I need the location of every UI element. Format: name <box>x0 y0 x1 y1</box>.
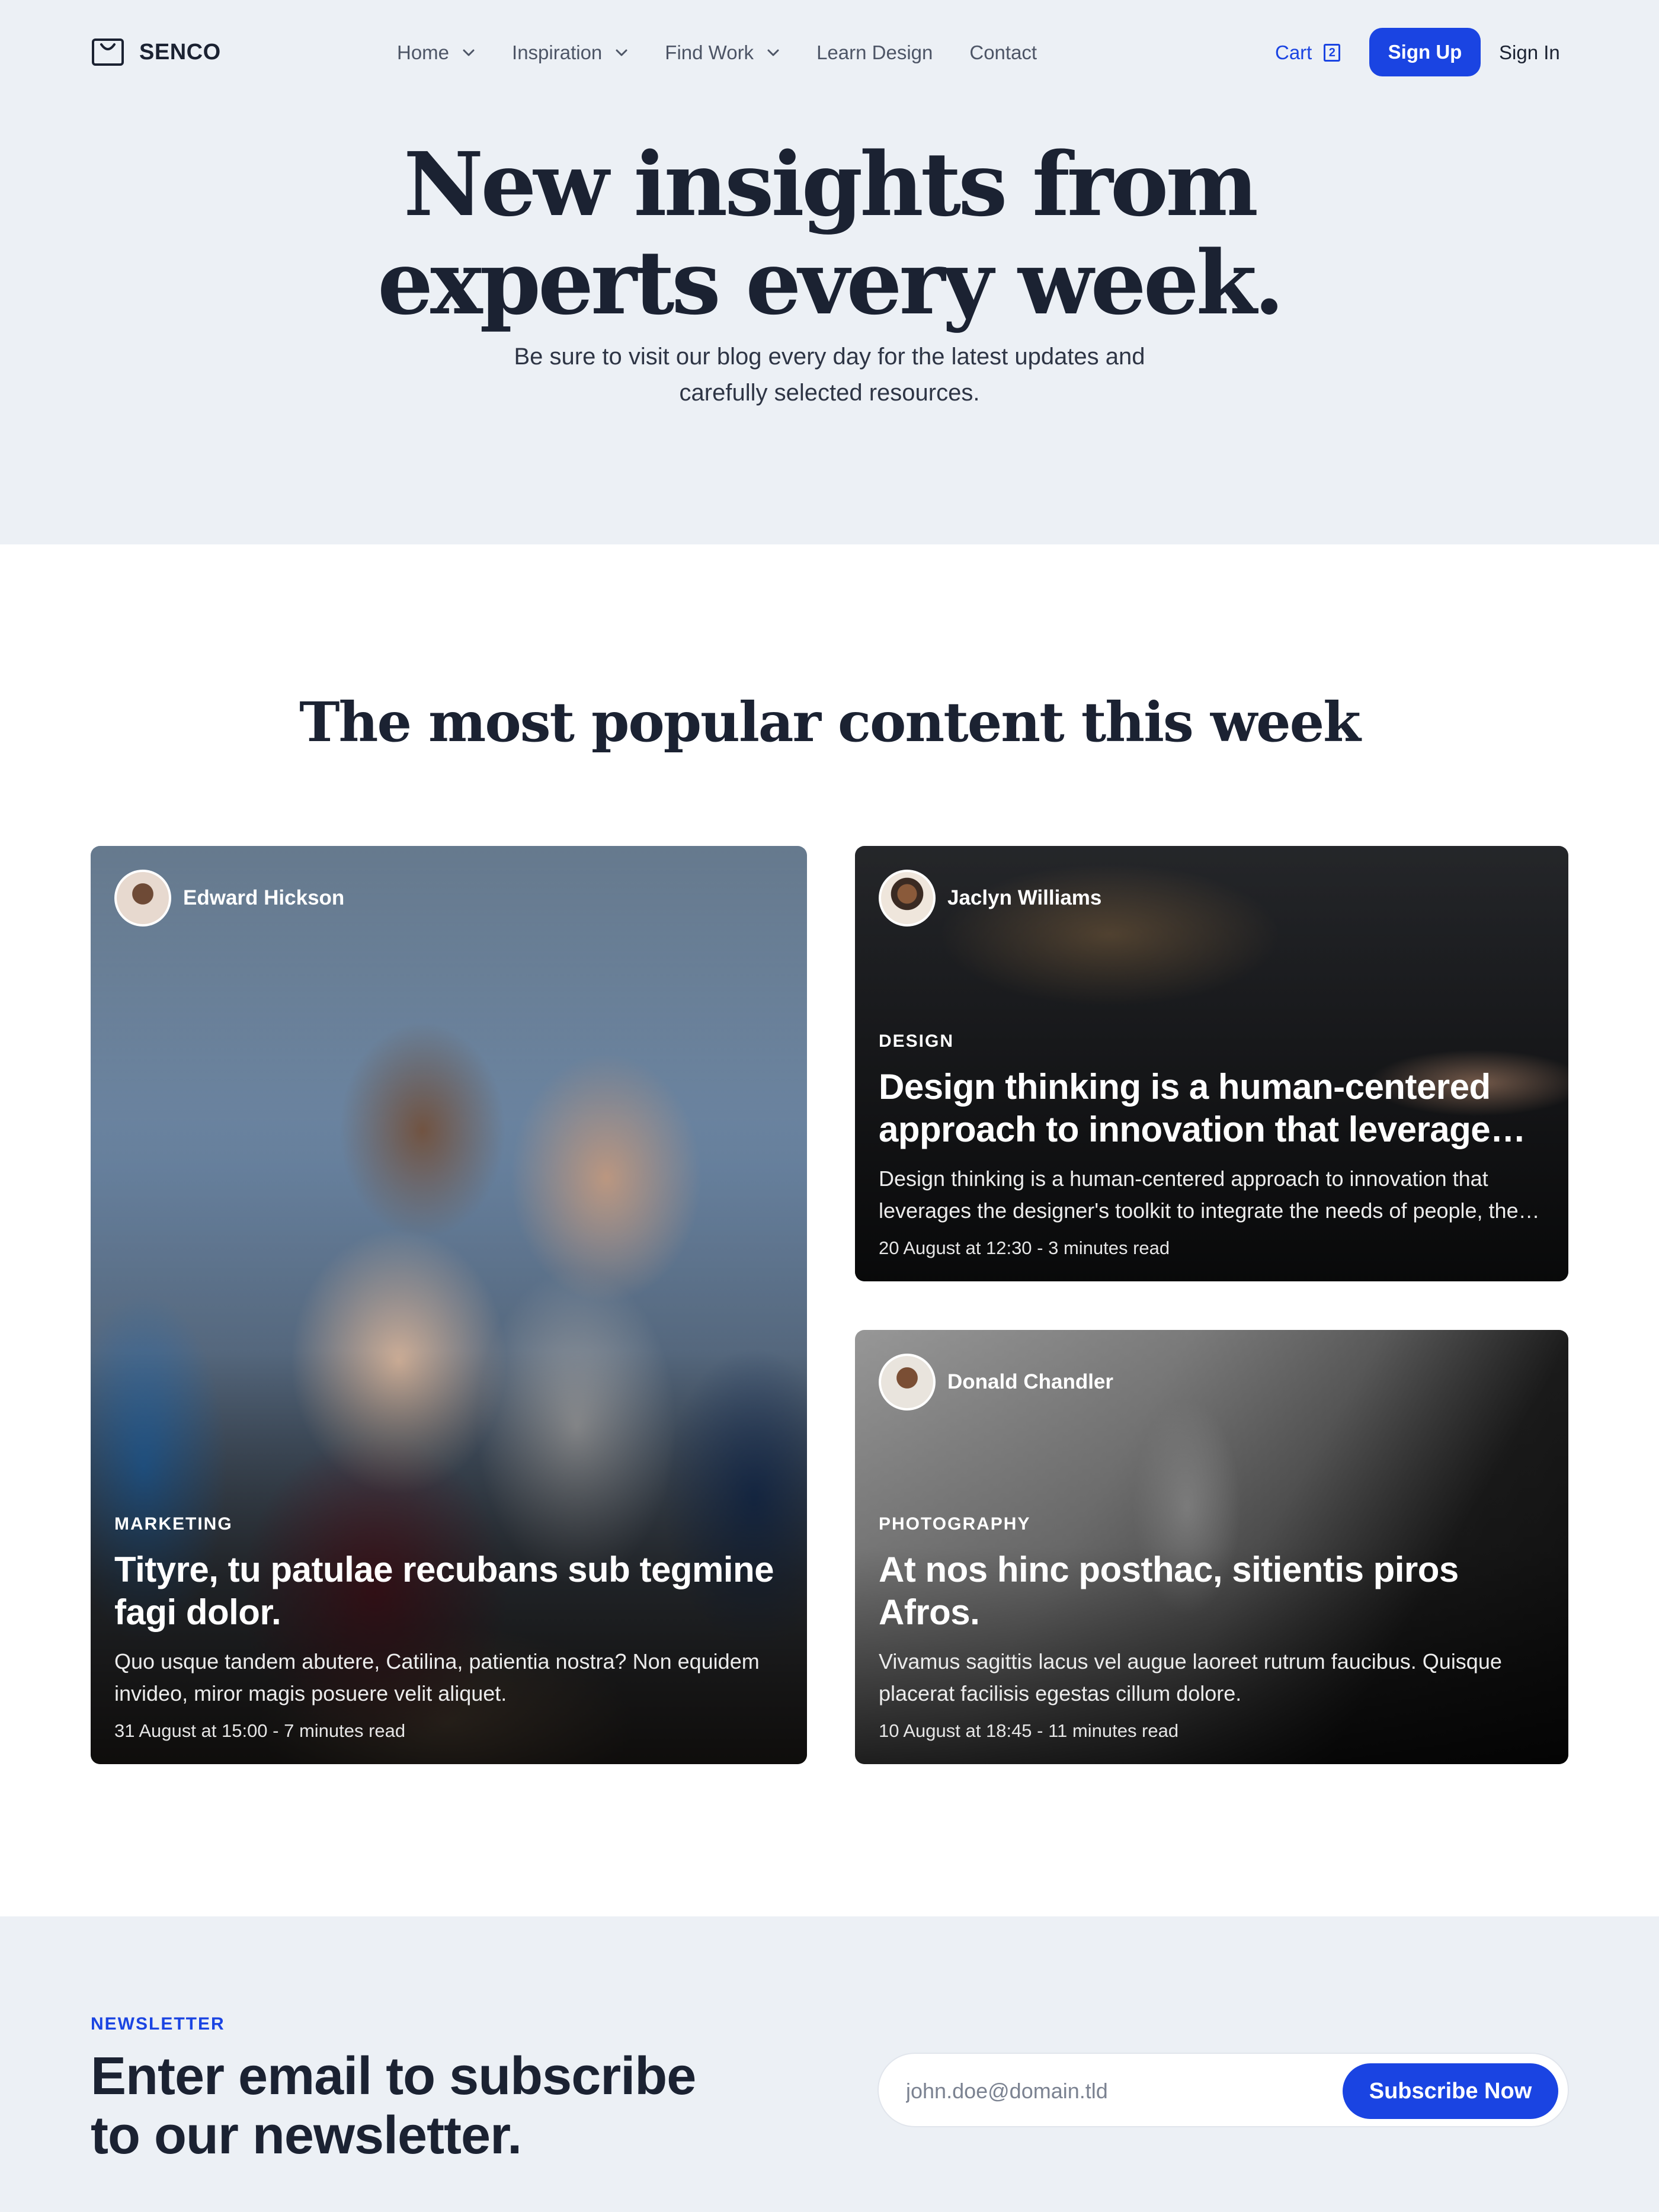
article-text: PHOTOGRAPHY At nos hinc posthac, sitient… <box>879 1514 1545 1742</box>
nav-item-learn-design[interactable]: Learn Design <box>816 41 933 64</box>
hero-subtitle: Be sure to visit our blog every day for … <box>415 339 1244 411</box>
newsletter-form: Subscribe Now <box>877 2053 1569 2127</box>
author-name: Donald Chandler <box>947 1370 1114 1393</box>
newsletter-title-line-2: to our newsletter. <box>91 2106 522 2165</box>
article-category[interactable]: DESIGN <box>879 1031 1545 1051</box>
nav-item-find-work[interactable]: Find Work <box>665 41 780 64</box>
newsletter-title: Enter email to subscribe to our newslett… <box>91 2047 802 2165</box>
newsletter-title-line-1: Enter email to subscribe <box>91 2047 696 2106</box>
article-category[interactable]: MARKETING <box>114 1514 783 1534</box>
article-title[interactable]: At nos hinc posthac, sitientis piros Afr… <box>879 1549 1545 1634</box>
article-text: DESIGN Design thinking is a human-center… <box>879 1031 1545 1259</box>
author-name: Jaclyn Williams <box>947 886 1102 909</box>
article-meta: 20 August at 12:30 - 3 minutes read <box>879 1238 1170 1258</box>
avatar <box>879 870 936 927</box>
nav-item-label: Learn Design <box>816 41 933 63</box>
article-card[interactable]: Donald Chandler PHOTOGRAPHY At nos hinc … <box>855 1330 1568 1764</box>
article-title[interactable]: Design thinking is a human-centered appr… <box>879 1066 1545 1151</box>
cart-link[interactable]: Cart 2 <box>1275 38 1341 68</box>
nav-item-label: Contact <box>969 41 1037 63</box>
hero-subtitle-line-1: Be sure to visit our blog every day for … <box>514 344 1145 370</box>
article-excerpt: Quo usque tandem abutere, Catilina, pati… <box>114 1649 760 1706</box>
article-author[interactable]: Jaclyn Williams <box>879 870 1101 927</box>
article-excerpt: Vivamus sagittis lacus vel augue laoreet… <box>879 1649 1502 1706</box>
popular-section-title: The most popular content this week <box>299 690 1361 754</box>
shopping-bag-icon <box>92 39 124 66</box>
article-category[interactable]: PHOTOGRAPHY <box>879 1514 1545 1534</box>
hero-title-line-2: experts every week. <box>377 231 1285 334</box>
article-author[interactable]: Donald Chandler <box>879 1354 1113 1410</box>
article-meta: 10 August at 18:45 - 11 minutes read <box>879 1720 1179 1741</box>
nav-item-label: Home <box>397 41 450 63</box>
hero-subtitle-line-2: carefully selected resources. <box>679 380 980 406</box>
avatar <box>879 1354 936 1410</box>
avatar <box>114 870 171 927</box>
hero-title: New insights from experts every week. <box>237 135 1422 332</box>
nav-item-label: Inspiration <box>512 41 603 63</box>
article-author[interactable]: Edward Hickson <box>114 870 344 927</box>
top-navigation: SENCO Home Inspiration Find Work Learn D… <box>0 0 1659 104</box>
chevron-down-icon <box>462 49 475 57</box>
nav-item-home[interactable]: Home <box>397 41 475 64</box>
nav-item-contact[interactable]: Contact <box>969 41 1037 64</box>
nav-links: Home Inspiration Find Work Learn Design … <box>397 37 1074 69</box>
article-text: MARKETING Tityre, tu patulae recubans su… <box>114 1514 783 1742</box>
email-field[interactable] <box>906 2070 1321 2112</box>
article-title[interactable]: Tityre, tu patulae recubans sub tegmine … <box>114 1549 783 1634</box>
nav-item-label: Find Work <box>665 41 754 63</box>
article-card[interactable]: Jaclyn Williams DESIGN Design thinking i… <box>855 846 1568 1281</box>
author-name: Edward Hickson <box>183 886 345 909</box>
sign-up-button[interactable]: Sign Up <box>1369 28 1481 76</box>
nav-item-inspiration[interactable]: Inspiration <box>512 41 628 64</box>
cart-label: Cart <box>1275 41 1312 63</box>
chevron-down-icon <box>767 49 780 57</box>
article-excerpt: Design thinking is a human-centered appr… <box>879 1166 1519 1223</box>
hero-section: SENCO Home Inspiration Find Work Learn D… <box>0 0 1659 544</box>
chevron-down-icon <box>615 49 628 57</box>
brand-name: SENCO <box>139 39 221 65</box>
subscribe-button[interactable]: Subscribe Now <box>1343 2063 1558 2119</box>
cart-count-badge: 2 <box>1324 44 1341 62</box>
brand-logo[interactable]: SENCO <box>92 37 221 67</box>
article-meta: 31 August at 15:00 - 7 minutes read <box>114 1720 406 1741</box>
newsletter-label: NEWSLETTER <box>91 2014 225 2034</box>
article-card[interactable]: Edward Hickson MARKETING Tityre, tu patu… <box>91 846 807 1764</box>
sign-in-link[interactable]: Sign In <box>1499 38 1560 68</box>
hero-title-line-1: New insights from <box>403 133 1258 236</box>
